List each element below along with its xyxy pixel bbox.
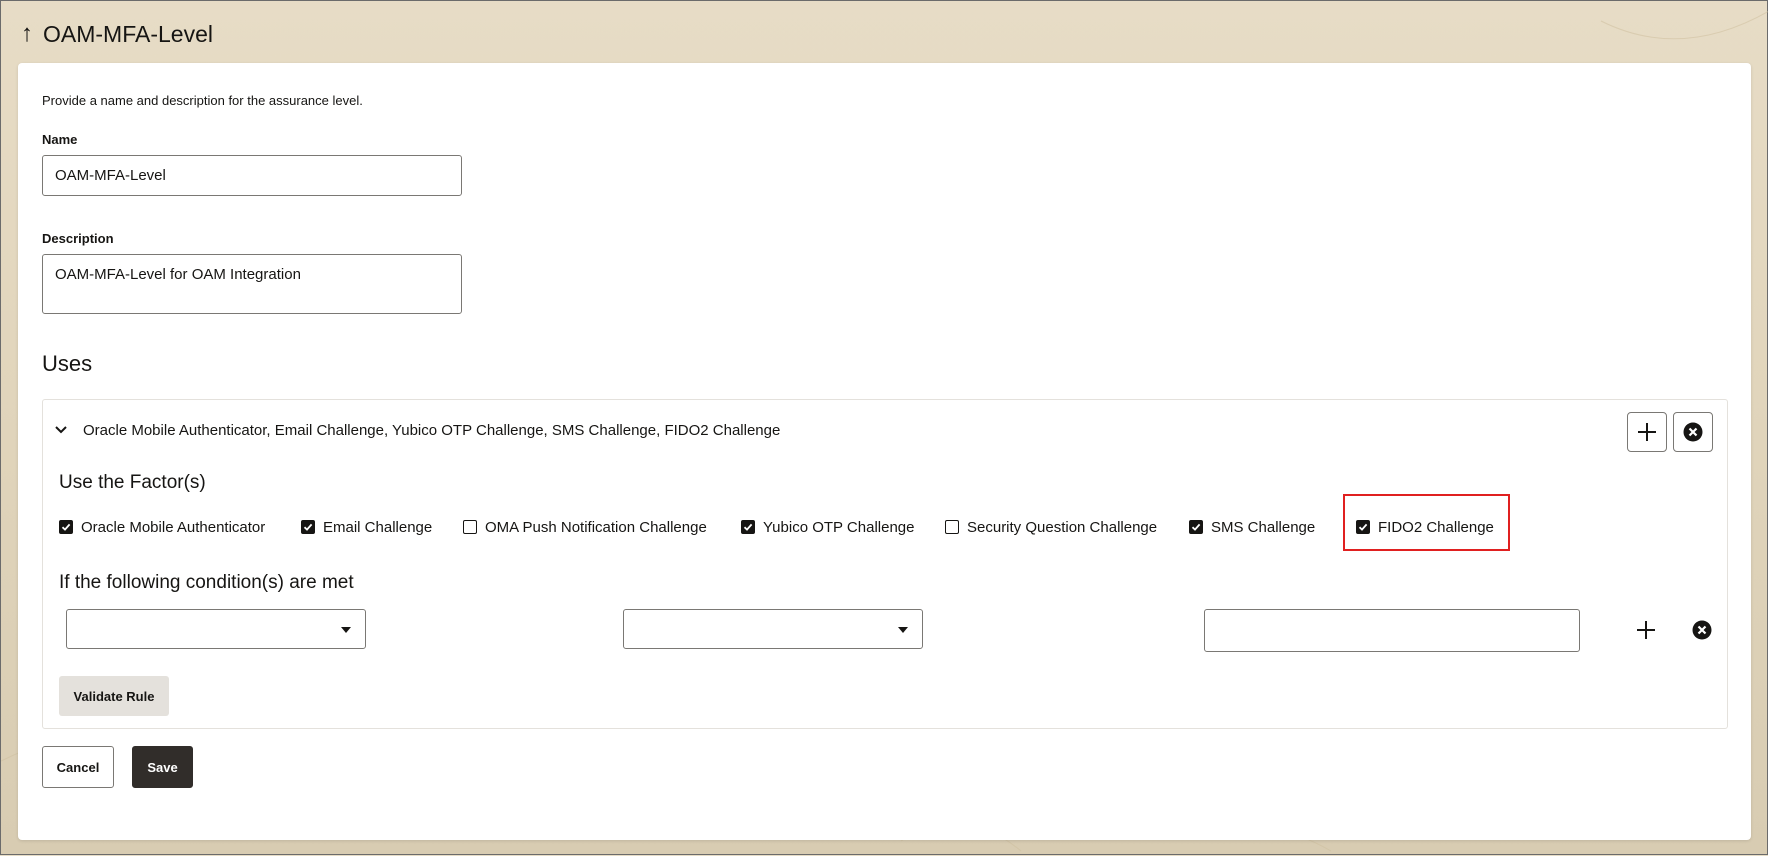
page-header: ↑ OAM-MFA-Level	[21, 17, 213, 51]
factor-label: SMS Challenge	[1211, 518, 1316, 536]
uses-heading: Uses	[42, 351, 93, 376]
check-icon	[303, 523, 313, 531]
conditions-heading: If the following condition(s) are met	[59, 572, 354, 593]
condition-value-input[interactable]	[1204, 609, 1580, 652]
factor-label: Email Challenge	[323, 518, 433, 536]
page-title: OAM-MFA-Level	[43, 20, 213, 47]
plus-icon	[1638, 423, 1656, 441]
factor-oracle-mobile-authenticator[interactable]: Oracle Mobile Authenticator	[59, 512, 265, 542]
close-circle-icon	[1683, 422, 1703, 442]
caret-down-icon	[898, 627, 908, 633]
arrow-up-icon[interactable]: ↑	[21, 22, 33, 46]
remove-condition-button[interactable]	[1690, 618, 1714, 642]
checkbox[interactable]	[1189, 520, 1203, 534]
save-button[interactable]: Save	[132, 746, 193, 788]
add-condition-button[interactable]	[1634, 618, 1658, 642]
assurance-level-form: Provide a name and description for the a…	[18, 63, 1751, 840]
condition-attribute-select[interactable]	[66, 609, 366, 649]
remove-rule-button[interactable]	[1673, 412, 1713, 452]
factor-oma-push-notification-challenge[interactable]: OMA Push Notification Challenge	[463, 512, 707, 542]
factor-label: OMA Push Notification Challenge	[485, 518, 707, 536]
description-label: Description	[42, 231, 114, 246]
plus-icon	[1637, 621, 1655, 639]
check-icon	[61, 523, 71, 531]
add-rule-button[interactable]	[1627, 412, 1667, 452]
checkbox[interactable]	[741, 520, 755, 534]
factor-label: Yubico OTP Challenge	[763, 518, 915, 536]
condition-operator-select[interactable]	[623, 609, 923, 649]
checkbox[interactable]	[301, 520, 315, 534]
factor-label: Security Question Challenge	[967, 518, 1158, 536]
rule-panel: Oracle Mobile Authenticator, Email Chall…	[42, 399, 1728, 729]
checkbox[interactable]	[945, 520, 959, 534]
checkbox[interactable]	[59, 520, 73, 534]
validate-rule-button[interactable]: Validate Rule	[59, 676, 169, 716]
check-icon	[743, 523, 753, 531]
cancel-button[interactable]: Cancel	[42, 746, 114, 788]
fido2-highlight-box	[1343, 494, 1510, 551]
name-label: Name	[42, 132, 78, 147]
factor-label: Oracle Mobile Authenticator	[81, 518, 266, 536]
factors-heading: Use the Factor(s)	[59, 472, 206, 493]
factor-sms-challenge[interactable]: SMS Challenge	[1189, 512, 1315, 542]
check-icon	[1191, 523, 1201, 531]
factor-yubico-otp-challenge[interactable]: Yubico OTP Challenge	[741, 512, 915, 542]
checkbox[interactable]	[463, 520, 477, 534]
chevron-down-icon[interactable]	[53, 422, 69, 438]
factor-security-question-challenge[interactable]: Security Question Challenge	[945, 512, 1157, 542]
rule-summary: Oracle Mobile Authenticator, Email Chall…	[83, 422, 781, 439]
close-circle-icon	[1692, 620, 1712, 640]
caret-down-icon	[341, 627, 351, 633]
form-intro: Provide a name and description for the a…	[42, 93, 363, 108]
description-input[interactable]: OAM-MFA-Level for OAM Integration	[42, 254, 462, 314]
name-input[interactable]: OAM-MFA-Level	[42, 155, 462, 196]
factor-email-challenge[interactable]: Email Challenge	[301, 512, 432, 542]
